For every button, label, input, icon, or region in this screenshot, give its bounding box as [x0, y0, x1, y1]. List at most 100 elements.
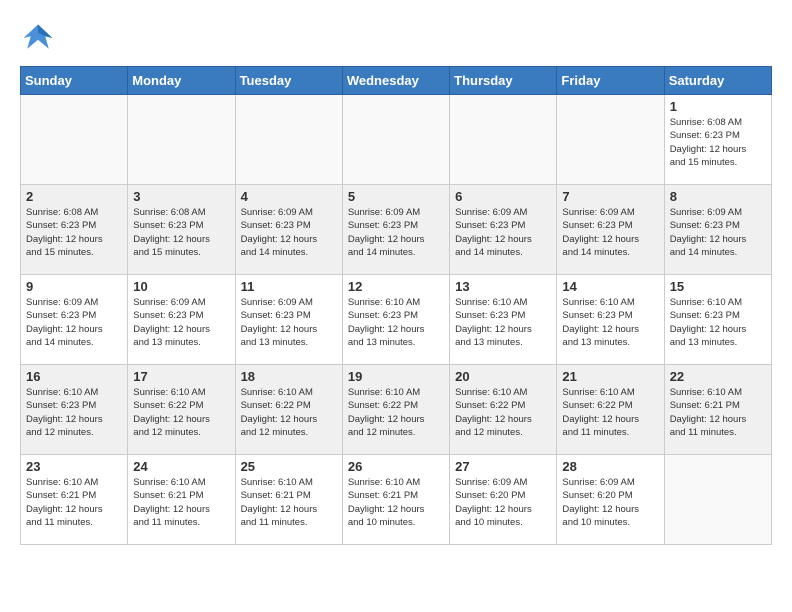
day-info: Sunrise: 6:09 AMSunset: 6:23 PMDaylight:…: [133, 296, 229, 349]
day-info: Sunrise: 6:10 AMSunset: 6:21 PMDaylight:…: [241, 476, 337, 529]
week-row-3: 9 Sunrise: 6:09 AMSunset: 6:23 PMDaylight…: [21, 275, 772, 365]
weekday-header-saturday: Saturday: [664, 67, 771, 95]
calendar-cell: 3 Sunrise: 6:08 AMSunset: 6:23 PMDaylight…: [128, 185, 235, 275]
day-info: Sunrise: 6:10 AMSunset: 6:21 PMDaylight:…: [26, 476, 122, 529]
day-number: 23: [26, 459, 122, 474]
calendar-cell: 5 Sunrise: 6:09 AMSunset: 6:23 PMDaylight…: [342, 185, 449, 275]
day-number: 6: [455, 189, 551, 204]
weekday-header-sunday: Sunday: [21, 67, 128, 95]
calendar-cell: 13 Sunrise: 6:10 AMSunset: 6:23 PMDayligh…: [450, 275, 557, 365]
header: [20, 20, 772, 56]
calendar: SundayMondayTuesdayWednesdayThursdayFrid…: [20, 66, 772, 545]
calendar-cell: 20 Sunrise: 6:10 AMSunset: 6:22 PMDayligh…: [450, 365, 557, 455]
day-number: 16: [26, 369, 122, 384]
day-number: 20: [455, 369, 551, 384]
calendar-cell: 6 Sunrise: 6:09 AMSunset: 6:23 PMDaylight…: [450, 185, 557, 275]
calendar-cell: 26 Sunrise: 6:10 AMSunset: 6:21 PMDayligh…: [342, 455, 449, 545]
day-info: Sunrise: 6:09 AMSunset: 6:23 PMDaylight:…: [562, 206, 658, 259]
day-info: Sunrise: 6:10 AMSunset: 6:22 PMDaylight:…: [455, 386, 551, 439]
day-number: 10: [133, 279, 229, 294]
day-number: 4: [241, 189, 337, 204]
day-number: 27: [455, 459, 551, 474]
logo-icon: [20, 20, 56, 56]
day-info: Sunrise: 6:10 AMSunset: 6:21 PMDaylight:…: [348, 476, 444, 529]
day-info: Sunrise: 6:10 AMSunset: 6:23 PMDaylight:…: [562, 296, 658, 349]
day-number: 22: [670, 369, 766, 384]
calendar-cell: [342, 95, 449, 185]
day-info: Sunrise: 6:10 AMSunset: 6:23 PMDaylight:…: [455, 296, 551, 349]
day-number: 19: [348, 369, 444, 384]
weekday-header-friday: Friday: [557, 67, 664, 95]
day-number: 25: [241, 459, 337, 474]
day-info: Sunrise: 6:10 AMSunset: 6:23 PMDaylight:…: [348, 296, 444, 349]
week-row-4: 16 Sunrise: 6:10 AMSunset: 6:23 PMDayligh…: [21, 365, 772, 455]
day-info: Sunrise: 6:09 AMSunset: 6:23 PMDaylight:…: [348, 206, 444, 259]
calendar-cell: 24Sunrise: 6:10 AMSunset: 6:21 PMDayligh…: [128, 455, 235, 545]
day-number: 21: [562, 369, 658, 384]
day-info: Sunrise: 6:09 AMSunset: 6:23 PMDaylight:…: [455, 206, 551, 259]
day-info: Sunrise: 6:08 AMSunset: 6:23 PMDaylight:…: [133, 206, 229, 259]
day-number: 17: [133, 369, 229, 384]
day-number: 9: [26, 279, 122, 294]
day-info: Sunrise: 6:10 AMSunset: 6:23 PMDaylight:…: [670, 296, 766, 349]
day-number: 1: [670, 99, 766, 114]
day-info: Sunrise: 6:10 AMSunset: 6:21 PMDaylight:…: [670, 386, 766, 439]
calendar-cell: 23 Sunrise: 6:10 AMSunset: 6:21 PMDayligh…: [21, 455, 128, 545]
day-info: Sunrise: 6:09 AMSunset: 6:20 PMDaylight:…: [455, 476, 551, 529]
day-number: 8: [670, 189, 766, 204]
day-info: Sunrise: 6:08 AMSunset: 6:23 PMDaylight:…: [670, 116, 766, 169]
calendar-cell: 2 Sunrise: 6:08 AMSunset: 6:23 PMDaylight…: [21, 185, 128, 275]
calendar-cell: 9Sunrise: 6:09 AMSunset: 6:23 PMDaylight…: [21, 275, 128, 365]
calendar-cell: 7 Sunrise: 6:09 AMSunset: 6:23 PMDaylight…: [557, 185, 664, 275]
day-number: 3: [133, 189, 229, 204]
week-row-1: 1 Sunrise: 6:08 AMSunset: 6:23 PMDaylight…: [21, 95, 772, 185]
calendar-cell: 14 Sunrise: 6:10 AMSunset: 6:23 PMDayligh…: [557, 275, 664, 365]
calendar-cell: [450, 95, 557, 185]
calendar-cell: 18 Sunrise: 6:10 AMSunset: 6:22 PMDayligh…: [235, 365, 342, 455]
calendar-cell: 16 Sunrise: 6:10 AMSunset: 6:23 PMDayligh…: [21, 365, 128, 455]
day-info: Sunrise: 6:09 AMSunset: 6:23 PMDaylight:…: [241, 206, 337, 259]
week-row-2: 2 Sunrise: 6:08 AMSunset: 6:23 PMDaylight…: [21, 185, 772, 275]
calendar-cell: 4 Sunrise: 6:09 AMSunset: 6:23 PMDaylight…: [235, 185, 342, 275]
calendar-cell: 11 Sunrise: 6:09 AMSunset: 6:23 PMDayligh…: [235, 275, 342, 365]
day-number: 13: [455, 279, 551, 294]
calendar-cell: 25 Sunrise: 6:10 AMSunset: 6:21 PMDayligh…: [235, 455, 342, 545]
weekday-header-tuesday: Tuesday: [235, 67, 342, 95]
calendar-cell: [664, 455, 771, 545]
day-number: 7: [562, 189, 658, 204]
weekday-header-monday: Monday: [128, 67, 235, 95]
calendar-cell: [21, 95, 128, 185]
day-number: 14: [562, 279, 658, 294]
calendar-cell: [557, 95, 664, 185]
day-info: Sunrise: 6:09 AMSunset: 6:23 PMDaylight:…: [241, 296, 337, 349]
calendar-cell: 27 Sunrise: 6:09 AMSunset: 6:20 PMDayligh…: [450, 455, 557, 545]
day-info: Sunrise: 6:09 AMSunset: 6:23 PMDaylight:…: [670, 206, 766, 259]
day-info: Sunrise: 6:10 AMSunset: 6:22 PMDaylight:…: [562, 386, 658, 439]
calendar-cell: [128, 95, 235, 185]
day-info: Sunrise: 6:08 AMSunset: 6:23 PMDaylight:…: [26, 206, 122, 259]
day-number: 28: [562, 459, 658, 474]
day-info: Sunrise: 6:10 AMSunset: 6:22 PMDaylight:…: [241, 386, 337, 439]
calendar-cell: [235, 95, 342, 185]
calendar-cell: 12Sunrise: 6:10 AMSunset: 6:23 PMDayligh…: [342, 275, 449, 365]
day-info: Sunrise: 6:10 AMSunset: 6:21 PMDaylight:…: [133, 476, 229, 529]
weekday-header-wednesday: Wednesday: [342, 67, 449, 95]
page: SundayMondayTuesdayWednesdayThursdayFrid…: [0, 0, 792, 565]
day-info: Sunrise: 6:10 AMSunset: 6:22 PMDaylight:…: [348, 386, 444, 439]
calendar-cell: 1 Sunrise: 6:08 AMSunset: 6:23 PMDaylight…: [664, 95, 771, 185]
week-row-5: 23 Sunrise: 6:10 AMSunset: 6:21 PMDayligh…: [21, 455, 772, 545]
calendar-cell: 19 Sunrise: 6:10 AMSunset: 6:22 PMDayligh…: [342, 365, 449, 455]
day-info: Sunrise: 6:09 AMSunset: 6:20 PMDaylight:…: [562, 476, 658, 529]
day-number: 26: [348, 459, 444, 474]
calendar-cell: 8 Sunrise: 6:09 AMSunset: 6:23 PMDaylight…: [664, 185, 771, 275]
calendar-cell: 17 Sunrise: 6:10 AMSunset: 6:22 PMDayligh…: [128, 365, 235, 455]
day-number: 18: [241, 369, 337, 384]
day-number: 2: [26, 189, 122, 204]
logo: [20, 20, 60, 56]
calendar-cell: 10 Sunrise: 6:09 AMSunset: 6:23 PMDayligh…: [128, 275, 235, 365]
day-number: 11: [241, 279, 337, 294]
day-number: 5: [348, 189, 444, 204]
day-info: Sunrise: 6:10 AMSunset: 6:22 PMDaylight:…: [133, 386, 229, 439]
calendar-cell: 21 Sunrise: 6:10 AMSunset: 6:22 PMDayligh…: [557, 365, 664, 455]
day-info: Sunrise: 6:10 AMSunset: 6:23 PMDaylight:…: [26, 386, 122, 439]
